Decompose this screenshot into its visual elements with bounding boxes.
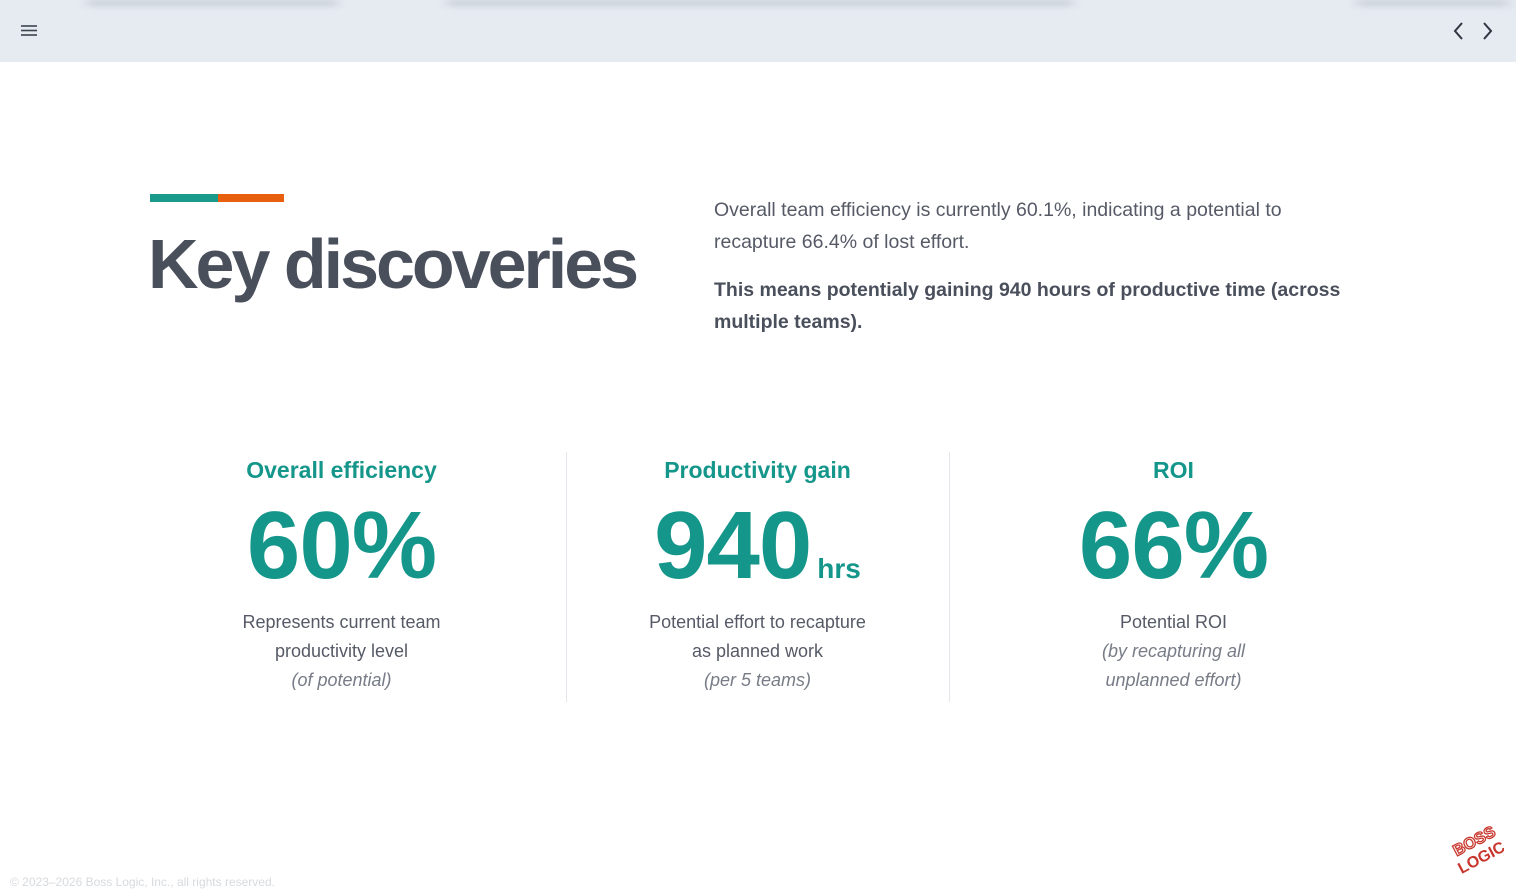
stat-unit: hrs xyxy=(817,553,861,584)
stat-number: 940 xyxy=(654,492,812,599)
title-accent-bar xyxy=(150,194,284,202)
stat-value: 940 hrs xyxy=(566,496,949,596)
stat-label: Overall efficiency xyxy=(246,457,437,483)
top-shadow xyxy=(0,0,1516,6)
stat-label: Productivity gain xyxy=(664,457,851,483)
page-title: Key discoveries xyxy=(148,225,639,303)
accent-orange xyxy=(218,194,284,202)
top-bar xyxy=(0,0,1516,62)
intro-paragraph: Overall team efficiency is currently 60.… xyxy=(714,199,1282,253)
accent-teal xyxy=(150,194,218,202)
intro-highlight: This means potentialy gaining 940 hours … xyxy=(714,279,1341,333)
stat-value: 60% xyxy=(150,496,533,596)
stat-note: (by recapturing all unplanned effort) xyxy=(1101,641,1246,690)
stat-note: (per 5 teams) xyxy=(703,670,812,690)
chevron-left-icon[interactable] xyxy=(1447,18,1471,44)
stat-number: 60% xyxy=(246,492,437,599)
stat-value: 66% xyxy=(982,496,1365,596)
stat-roi: ROI 66% Potential ROI (by recapturing al… xyxy=(982,452,1365,702)
copyright-footer: © 2023–2026 Boss Logic, Inc., all rights… xyxy=(10,875,275,889)
stat-productivity-gain: Productivity gain 940 hrs Potential effor… xyxy=(566,452,949,702)
intro-text: Overall team efficiency is currently 60.… xyxy=(714,194,1354,338)
hamburger-menu-icon[interactable] xyxy=(18,20,40,42)
boss-logic-logo[interactable]: BOSS LOGIC xyxy=(1442,822,1509,880)
stat-description: Represents current team productivity lev… xyxy=(242,612,441,661)
stat-note: (of potential) xyxy=(291,670,392,690)
stats-row: Overall efficiency 60% Represents curren… xyxy=(150,452,1366,702)
stat-label: ROI xyxy=(1153,457,1194,483)
stat-divider xyxy=(949,452,950,702)
stat-description: Potential ROI xyxy=(1119,612,1228,632)
stat-overall-efficiency: Overall efficiency 60% Represents curren… xyxy=(150,452,533,702)
stat-number: 66% xyxy=(1078,492,1269,599)
stat-description: Potential effort to recapture as planned… xyxy=(649,612,866,661)
chevron-right-icon[interactable] xyxy=(1475,18,1499,44)
